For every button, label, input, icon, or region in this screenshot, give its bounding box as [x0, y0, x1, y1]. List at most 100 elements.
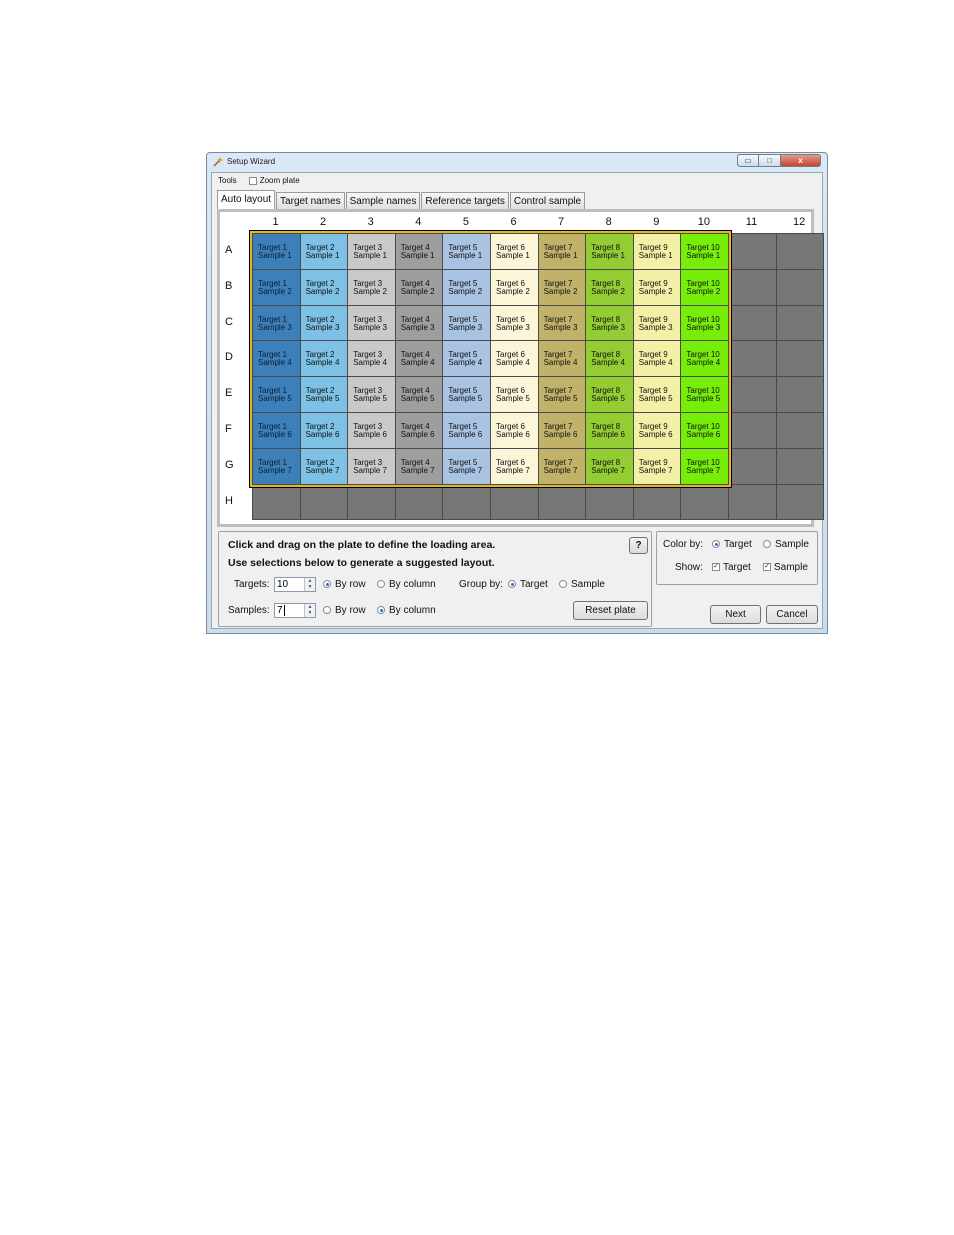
well[interactable] — [347, 483, 396, 521]
color-by-sample-option[interactable]: Sample — [763, 539, 809, 550]
well[interactable]: Target 2 Sample 6 — [299, 412, 349, 449]
show-sample-option[interactable]: ✓ Sample — [763, 562, 808, 573]
column-header[interactable]: 10 — [680, 216, 727, 228]
well[interactable]: Target 8 Sample 6 — [585, 412, 634, 449]
well[interactable]: Target 9 Sample 6 — [632, 412, 682, 449]
targets-by-row-option[interactable]: By row — [323, 579, 366, 590]
tab-sample-names[interactable]: Sample names — [345, 192, 421, 209]
well[interactable]: Target 1 Sample 4 — [252, 340, 301, 378]
well[interactable]: Target 10 Sample 7 — [680, 447, 729, 485]
reset-plate-button[interactable]: Reset plate — [573, 601, 648, 620]
well[interactable]: Target 5 Sample 4 — [442, 340, 491, 378]
well[interactable]: Target 9 Sample 4 — [632, 340, 682, 378]
row-header[interactable]: D — [225, 351, 235, 363]
well[interactable] — [490, 483, 539, 521]
well[interactable]: Target 3 Sample 5 — [347, 376, 396, 413]
minimize-button[interactable]: ▭ — [737, 154, 759, 167]
well[interactable]: Target 5 Sample 3 — [442, 304, 491, 342]
well[interactable]: Target 1 Sample 6 — [252, 412, 301, 449]
plate-grid[interactable]: 1 2 3 4 5 6 7 8 9 10 11 12 A Target 1 Sample 1 Target 2… — [217, 209, 825, 527]
row-header[interactable]: H — [225, 495, 235, 507]
next-button[interactable]: Next — [710, 605, 761, 624]
column-header[interactable]: 1 — [252, 216, 299, 228]
well[interactable]: Target 3 Sample 1 — [347, 233, 396, 270]
well[interactable]: Target 4 Sample 3 — [394, 304, 444, 342]
well[interactable] — [775, 447, 825, 485]
well[interactable]: Target 7 Sample 6 — [537, 412, 587, 449]
row-header[interactable]: G — [225, 459, 235, 471]
well[interactable]: Target 10 Sample 4 — [680, 340, 729, 378]
well[interactable] — [728, 268, 777, 306]
maximize-button[interactable]: □ — [759, 154, 781, 167]
row-header[interactable]: E — [225, 387, 235, 399]
well[interactable]: Target 7 Sample 1 — [537, 233, 587, 270]
well[interactable]: Target 7 Sample 3 — [537, 304, 587, 342]
help-button[interactable]: ? — [629, 537, 648, 554]
well[interactable]: Target 3 Sample 7 — [347, 447, 396, 485]
well[interactable] — [585, 483, 634, 521]
samples-spin-arrows-icon[interactable]: ▲ ▼ — [304, 604, 315, 617]
well[interactable] — [775, 340, 825, 378]
tab-target-names[interactable]: Target names — [276, 192, 345, 209]
well[interactable]: Target 4 Sample 1 — [394, 233, 444, 270]
well[interactable]: Target 5 Sample 7 — [442, 447, 491, 485]
well[interactable]: Target 7 Sample 4 — [537, 340, 587, 378]
column-header[interactable]: 12 — [776, 216, 823, 228]
show-target-option[interactable]: ✓ Target — [712, 562, 751, 573]
well[interactable]: Target 8 Sample 1 — [585, 233, 634, 270]
well[interactable] — [728, 412, 777, 449]
well[interactable]: Target 9 Sample 5 — [632, 376, 682, 413]
well[interactable] — [775, 233, 825, 270]
row-header[interactable]: F — [225, 423, 235, 435]
well[interactable]: Target 2 Sample 4 — [299, 340, 349, 378]
well[interactable]: Target 5 Sample 1 — [442, 233, 491, 270]
well[interactable]: Target 7 Sample 5 — [537, 376, 587, 413]
well[interactable]: Target 5 Sample 5 — [442, 376, 491, 413]
tab-auto-layout[interactable]: Auto layout — [217, 190, 276, 209]
well[interactable]: Target 7 Sample 7 — [537, 447, 587, 485]
well[interactable]: Target 9 Sample 1 — [632, 233, 682, 270]
well[interactable]: Target 5 Sample 2 — [442, 268, 491, 306]
well[interactable]: Target 10 Sample 5 — [680, 376, 729, 413]
tab-reference-targets[interactable]: Reference targets — [421, 192, 509, 209]
well[interactable]: Target 2 Sample 2 — [299, 268, 349, 306]
well[interactable]: Target 2 Sample 3 — [299, 304, 349, 342]
well[interactable]: Target 6 Sample 2 — [490, 268, 539, 306]
samples-spinbox[interactable]: 7 ▲ ▼ — [274, 603, 316, 618]
column-header[interactable]: 7 — [538, 216, 585, 228]
cancel-button[interactable]: Cancel — [766, 605, 818, 624]
well[interactable] — [728, 483, 777, 521]
well[interactable]: Target 10 Sample 2 — [680, 268, 729, 306]
well[interactable]: Target 6 Sample 7 — [490, 447, 539, 485]
color-by-target-option[interactable]: Target — [712, 539, 752, 550]
column-header[interactable]: 3 — [347, 216, 394, 228]
well[interactable] — [728, 340, 777, 378]
column-header[interactable]: 4 — [395, 216, 442, 228]
well[interactable] — [775, 483, 825, 521]
well[interactable] — [252, 483, 301, 521]
column-header[interactable]: 2 — [300, 216, 347, 228]
well[interactable]: Target 3 Sample 6 — [347, 412, 396, 449]
targets-spin-arrows-icon[interactable]: ▲ ▼ — [304, 578, 315, 591]
well[interactable]: Target 6 Sample 5 — [490, 376, 539, 413]
well[interactable]: Target 9 Sample 3 — [632, 304, 682, 342]
well[interactable]: Target 4 Sample 5 — [394, 376, 444, 413]
well[interactable]: Target 1 Sample 5 — [252, 376, 301, 413]
well[interactable]: Target 4 Sample 4 — [394, 340, 444, 378]
well[interactable]: Target 3 Sample 4 — [347, 340, 396, 378]
samples-by-row-option[interactable]: By row — [323, 605, 366, 616]
well[interactable]: Target 4 Sample 6 — [394, 412, 444, 449]
well[interactable] — [632, 483, 682, 521]
row-header[interactable]: B — [225, 280, 235, 292]
column-header[interactable]: 6 — [490, 216, 537, 228]
well[interactable] — [442, 483, 491, 521]
well[interactable]: Target 7 Sample 2 — [537, 268, 587, 306]
well[interactable]: Target 2 Sample 7 — [299, 447, 349, 485]
well[interactable] — [775, 268, 825, 306]
well[interactable]: Target 6 Sample 1 — [490, 233, 539, 270]
well[interactable]: Target 1 Sample 1 — [252, 233, 301, 270]
well[interactable] — [299, 483, 349, 521]
title-bar[interactable]: Setup Wizard ▭ □ x — [207, 153, 827, 172]
well[interactable]: Target 6 Sample 3 — [490, 304, 539, 342]
column-header[interactable]: 8 — [585, 216, 632, 228]
